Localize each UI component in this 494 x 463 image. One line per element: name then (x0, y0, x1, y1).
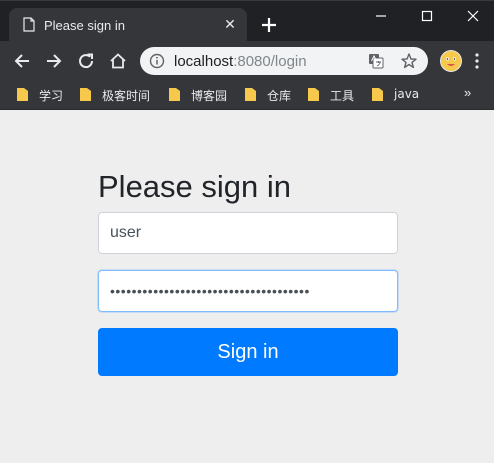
bookmark-label: 学习 (39, 89, 64, 103)
browser-titlebar: Please sign in ✕ (0, 0, 494, 41)
tab-please-sign-in[interactable]: Please sign in ✕ (9, 8, 247, 41)
plus-icon[interactable] (258, 14, 280, 36)
folder-icon (80, 88, 91, 101)
folder-icon (245, 88, 256, 101)
reload-icon[interactable] (75, 50, 97, 72)
address-bar[interactable]: localhost:8080/login (140, 47, 428, 75)
page-icon (23, 17, 35, 32)
bookmark-label: 工具 (330, 89, 355, 103)
star-icon[interactable] (400, 52, 418, 70)
bookmarks-bar: 学习 极客时间 博客园 仓库 工具 java » (0, 80, 494, 110)
bookmark-label: 极客时间 (102, 89, 151, 103)
menu-icon[interactable] (470, 50, 484, 72)
avatar[interactable] (440, 50, 462, 72)
url-text: localhost:8080/login (174, 53, 307, 70)
folder-icon (17, 88, 28, 101)
titlebar-border (0, 0, 494, 1)
folder-icon (308, 88, 319, 101)
back-arrow-icon[interactable] (11, 50, 33, 72)
translate-icon[interactable] (368, 53, 384, 69)
bookmark-label: 博客园 (191, 89, 228, 103)
bookmarks-overflow-button[interactable]: » (464, 85, 471, 100)
url-host: localhost (174, 53, 234, 70)
password-input[interactable]: ••••••••••••••••••••••••••••••••••••• (98, 270, 398, 312)
browser-toolbar: localhost:8080/login (0, 41, 494, 80)
window-close-icon[interactable] (462, 6, 484, 26)
avatar-face-icon (441, 51, 461, 71)
forward-arrow-icon[interactable] (43, 50, 65, 72)
info-icon[interactable] (149, 53, 165, 69)
folder-icon (372, 88, 383, 101)
maximize-icon[interactable] (416, 6, 438, 26)
close-icon[interactable]: ✕ (222, 16, 238, 32)
username-input[interactable]: user (98, 212, 398, 254)
bookmark-label: 仓库 (267, 89, 292, 103)
folder-icon (169, 88, 180, 101)
bookmark-label: java (394, 87, 420, 101)
page-content: Please sign in user ••••••••••••••••••••… (0, 111, 494, 463)
sign-in-button[interactable]: Sign in (98, 328, 398, 376)
url-path: :8080/login (233, 53, 307, 70)
page-title: Please sign in (98, 169, 292, 204)
tab-title: Please sign in (44, 18, 125, 33)
minimize-icon[interactable] (370, 6, 392, 26)
home-icon[interactable] (107, 50, 129, 72)
